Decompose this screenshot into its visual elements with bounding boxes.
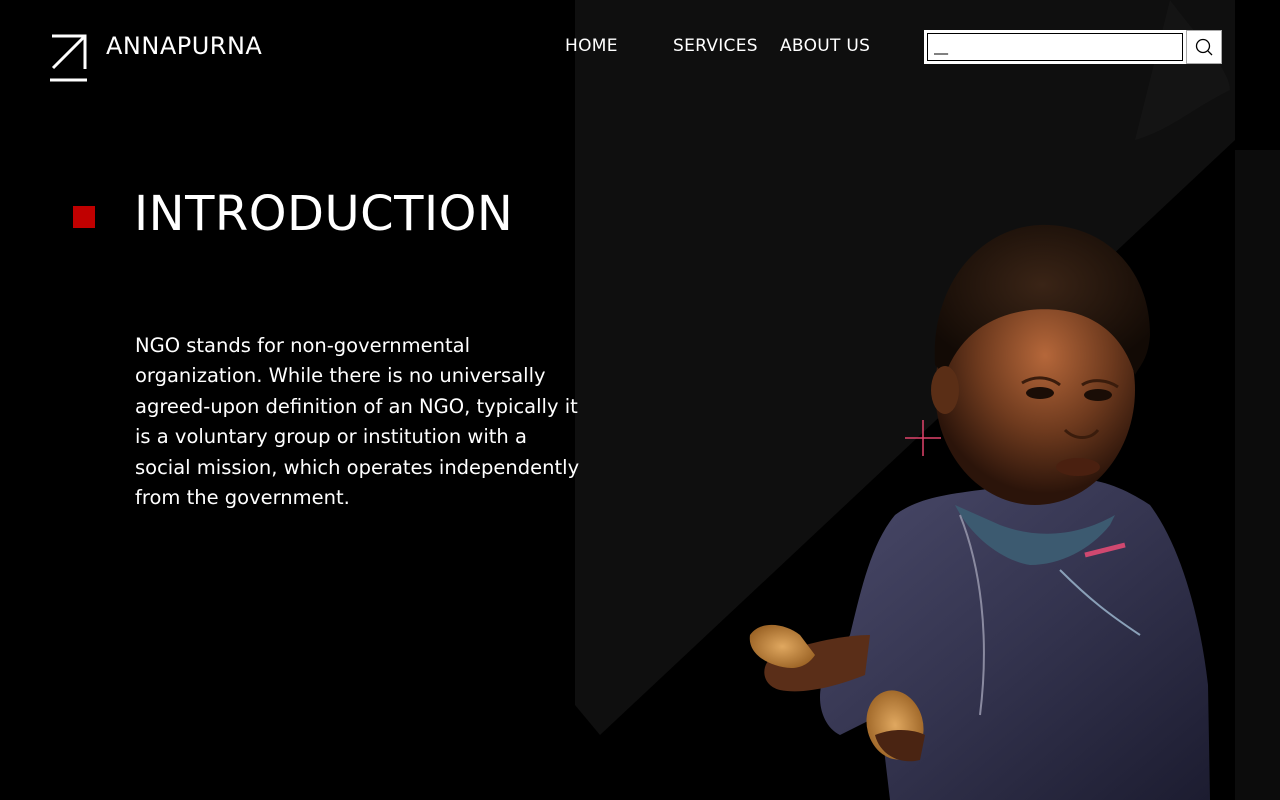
search-button[interactable]: [1186, 30, 1222, 64]
nav-about-us[interactable]: ABOUT US: [780, 35, 870, 57]
search-input[interactable]: [924, 30, 1186, 64]
nav-services[interactable]: SERVICES: [673, 35, 758, 57]
crosshair-icon: [905, 420, 941, 456]
section-bullet: [73, 206, 95, 228]
search-icon: [1195, 38, 1213, 56]
section-title: INTRODUCTION: [134, 186, 514, 242]
nav-home[interactable]: HOME: [565, 35, 618, 57]
hero-image: [749, 224, 1210, 800]
section-body: NGO stands for non-governmental organiza…: [135, 334, 580, 510]
search-bar: [924, 30, 1222, 64]
